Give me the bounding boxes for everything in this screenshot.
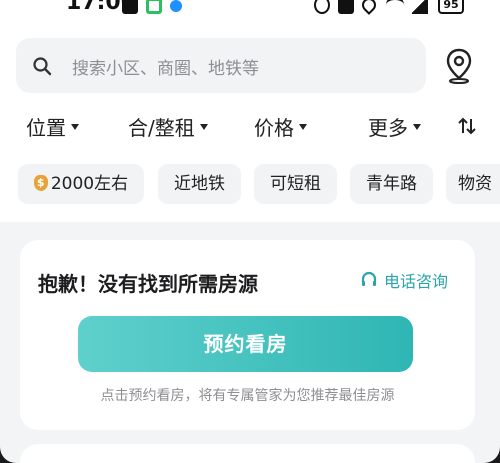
filter-bar: 位置 合/整租 价格 更多: [0, 112, 500, 144]
caret-down-icon: [299, 123, 307, 130]
status-bar: 17:00 95: [0, 0, 500, 24]
search-placeholder: 搜索小区、商圈、地铁等: [72, 59, 259, 79]
app-notification-icon: [170, 0, 182, 12]
search-icon: [33, 57, 52, 76]
quick-tags: 2000左右 近地铁 可短租 青年路 物资: [0, 164, 500, 204]
tag-label: 物资: [458, 174, 492, 194]
filter-location-label: 位置: [26, 116, 66, 140]
filter-more-label: 更多: [368, 116, 408, 140]
tag-2000[interactable]: 2000左右: [18, 164, 144, 204]
location-status-icon: [359, 0, 379, 15]
mute-icon: [338, 0, 354, 14]
empty-result-title: 抱歉！没有找到所需房源: [38, 272, 258, 296]
tag-qingnian-road[interactable]: 青年路: [350, 164, 433, 204]
tag-label: 可短租: [270, 174, 321, 194]
map-location-icon[interactable]: [444, 48, 474, 84]
message-notification-icon: [122, 0, 138, 14]
caret-down-icon: [199, 123, 208, 130]
filter-price[interactable]: 价格: [254, 112, 307, 141]
search-input[interactable]: 搜索小区、商圈、地铁等: [16, 38, 426, 93]
signal-icon: [412, 0, 428, 14]
headset-icon: [361, 271, 377, 286]
tag-label: 近地铁: [174, 174, 225, 194]
tag-partial[interactable]: 物资: [446, 164, 500, 204]
wifi-icon: [386, 0, 404, 14]
tag-label: 青年路: [366, 174, 417, 194]
empty-result-card: 抱歉！没有找到所需房源 电话咨询 预约看房 点击预约看房，将有专属管家为您推荐最…: [20, 240, 475, 430]
battery-icon: 95: [438, 0, 464, 14]
filter-location[interactable]: 位置: [26, 112, 79, 141]
caret-down-icon: [413, 123, 421, 130]
filter-price-label: 价格: [254, 116, 294, 140]
alarm-icon: [314, 0, 330, 14]
filter-rent-type[interactable]: 合/整租: [128, 112, 208, 141]
book-viewing-button[interactable]: 预约看房: [78, 316, 413, 372]
tag-label: 2000左右: [50, 174, 129, 194]
app-screen: 17:00 95 搜索小区、商圈、地铁等 位置 合/整租 价格 更多 $2000…: [0, 0, 500, 463]
money-bag-icon: [33, 175, 48, 191]
next-card: [20, 444, 475, 463]
tag-near-subway[interactable]: 近地铁: [158, 164, 241, 204]
filter-rent-type-label: 合/整租: [128, 116, 195, 140]
tag-short-term[interactable]: 可短租: [254, 164, 337, 204]
phone-consult-label: 电话咨询: [384, 272, 449, 291]
wechat-notification-icon: [146, 0, 162, 14]
phone-consult-link[interactable]: 电话咨询: [360, 268, 448, 292]
caret-down-icon: [71, 123, 79, 130]
sort-icon[interactable]: [457, 116, 477, 136]
filter-more[interactable]: 更多: [368, 112, 421, 141]
book-viewing-hint: 点击预约看房，将有专属管家为您推荐最佳房源: [100, 388, 395, 404]
